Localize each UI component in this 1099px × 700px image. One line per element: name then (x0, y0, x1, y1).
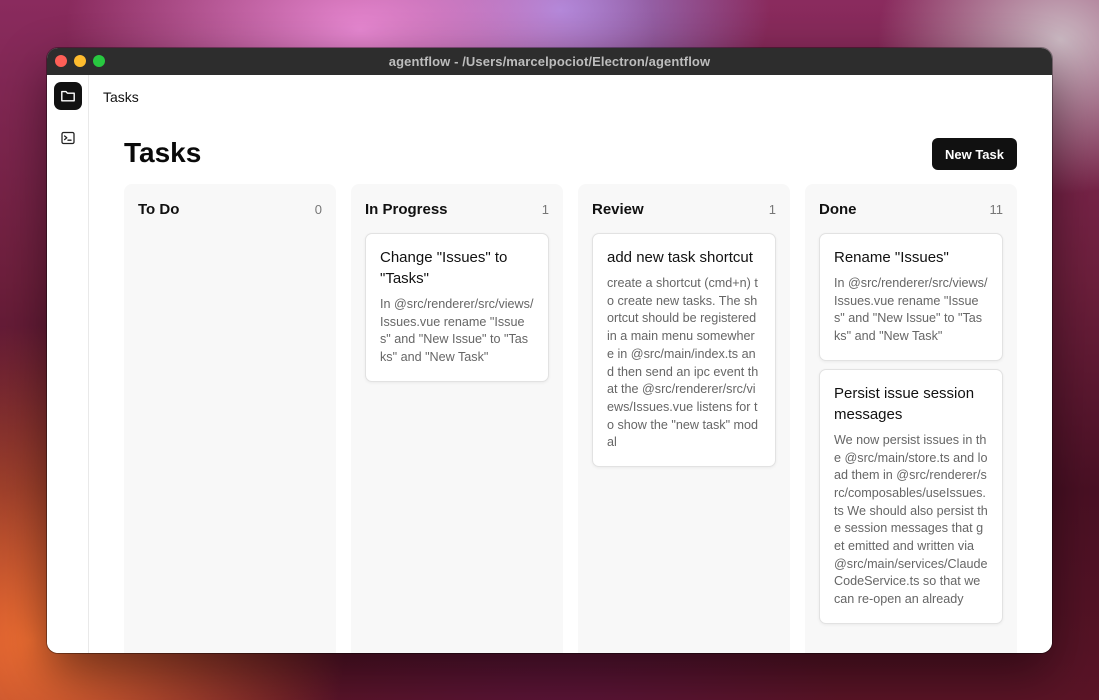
column-title: To Do (138, 201, 180, 218)
main-content: Tasks Tasks New Task To Do 0 In Progress… (89, 75, 1052, 653)
column-count: 11 (989, 202, 1004, 217)
kanban-board: To Do 0 In Progress 1 Change "Issues" to… (124, 184, 1017, 653)
column-header: Done 11 (819, 184, 1003, 233)
task-card[interactable]: Change "Issues" to "Tasks" In @src/rende… (365, 233, 549, 382)
task-card-description: In @src/renderer/src/views/Issues.vue re… (380, 297, 534, 365)
terminal-icon (60, 131, 75, 145)
task-card[interactable]: Persist issue session messages We now pe… (819, 368, 1003, 624)
task-card-description: In @src/renderer/src/views/Issues.vue re… (834, 276, 988, 344)
new-task-button[interactable]: New Task (932, 138, 1017, 170)
maximize-window-button[interactable] (93, 55, 105, 67)
window-title: agentflow - /Users/marcelpociot/Electron… (388, 54, 711, 69)
page-title: Tasks (124, 137, 202, 168)
task-card-title: add new task shortcut (607, 249, 753, 266)
minimize-window-button[interactable] (74, 55, 86, 67)
sidebar-item-terminal[interactable] (54, 124, 82, 152)
card-list: Rename "Issues" In @src/renderer/src/vie… (819, 233, 1003, 624)
column-todo: To Do 0 (124, 184, 336, 653)
task-card-description: create a shortcut (cmd+n) to create new … (607, 276, 759, 450)
close-window-button[interactable] (55, 55, 67, 67)
column-review: Review 1 add new task shortcut create a … (578, 184, 790, 653)
column-header: Review 1 (592, 184, 776, 233)
task-card-title: Change "Issues" to "Tasks" (380, 249, 508, 287)
folder-icon (60, 90, 75, 102)
column-count: 1 (541, 202, 549, 217)
task-card[interactable]: add new task shortcut create a shortcut … (592, 233, 776, 468)
column-in-progress: In Progress 1 Change "Issues" to "Tasks"… (351, 184, 563, 653)
task-card-title: Persist issue session messages (834, 384, 975, 423)
column-count: 0 (314, 202, 322, 217)
card-list: add new task shortcut create a shortcut … (592, 233, 776, 468)
window-controls (55, 55, 105, 67)
sidebar (47, 75, 89, 653)
column-count: 1 (768, 202, 776, 217)
task-card-title: Rename "Issues" (834, 249, 949, 266)
app-body: Tasks Tasks New Task To Do 0 In Progress… (47, 75, 1052, 653)
column-header: To Do 0 (138, 184, 322, 233)
column-done: Done 11 Rename "Issues" In @src/renderer… (805, 184, 1017, 653)
column-title: Done (819, 201, 857, 218)
breadcrumb: Tasks (103, 89, 139, 105)
task-card[interactable]: Rename "Issues" In @src/renderer/src/vie… (819, 233, 1003, 361)
app-window: agentflow - /Users/marcelpociot/Electron… (47, 48, 1052, 653)
column-title: Review (592, 201, 644, 218)
column-header: In Progress 1 (365, 184, 549, 233)
column-title: In Progress (365, 201, 448, 218)
task-card-description: We now persist issues in the @src/main/s… (834, 432, 988, 607)
card-list: Change "Issues" to "Tasks" In @src/rende… (365, 233, 549, 382)
title-bar: agentflow - /Users/marcelpociot/Electron… (47, 48, 1052, 75)
sidebar-item-tasks[interactable] (53, 82, 82, 110)
